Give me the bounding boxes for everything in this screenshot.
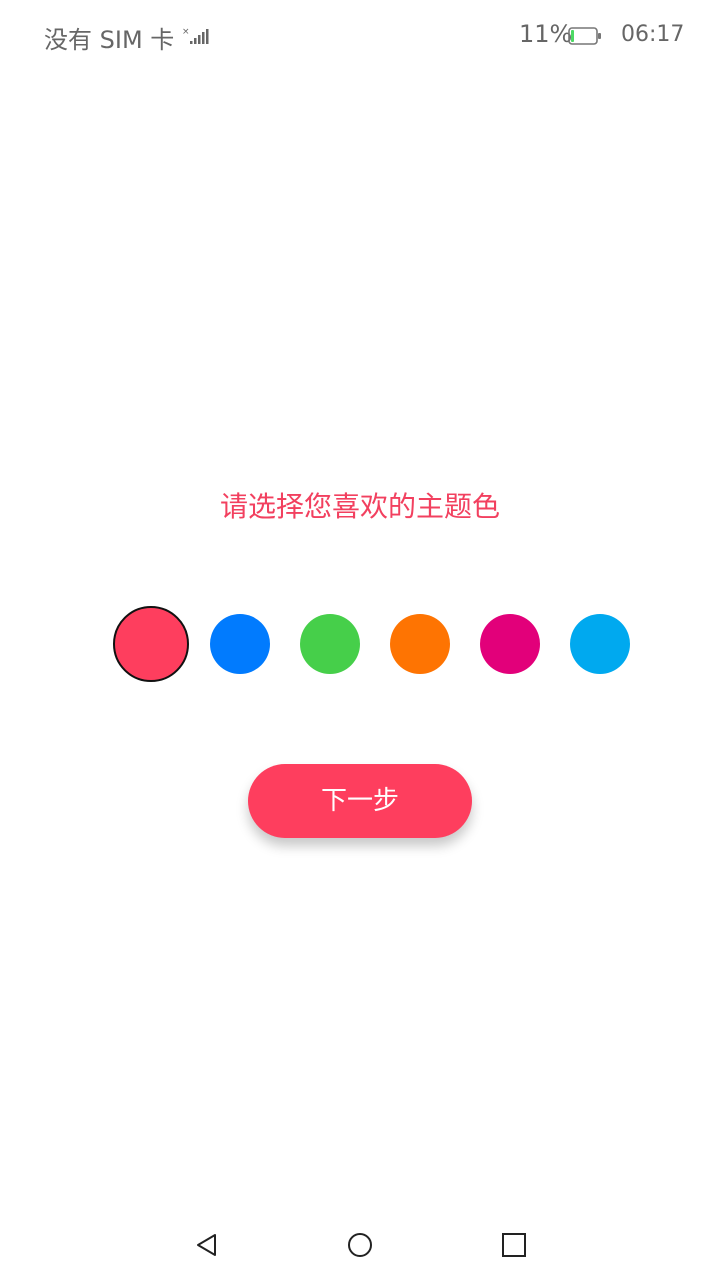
battery-percent: 11% [519,20,573,48]
back-icon[interactable] [193,1230,223,1260]
battery-icon [568,27,601,45]
color-swatch-red[interactable] [113,606,189,682]
carrier-label: 没有 SIM 卡 [44,26,175,54]
status-bar: 没有 SIM 卡 × 11% 06:17 [0,0,720,72]
color-swatch-magenta[interactable] [480,614,540,674]
theme-color-prompt: 请选择您喜欢的主题色 [219,490,500,523]
color-swatch-green[interactable] [300,614,360,674]
home-icon[interactable] [345,1230,375,1260]
recents-icon[interactable] [499,1230,529,1260]
signal-icon: × [182,27,209,44]
clock: 06:17 [621,22,685,47]
svg-text:×: × [182,27,190,37]
color-swatch-orange[interactable] [390,614,450,674]
color-swatch-row [0,605,720,685]
next-step-button[interactable]: 下一步 [248,764,472,838]
navigation-bar [0,1210,720,1280]
color-swatch-blue[interactable] [210,614,270,674]
color-swatch-cyan[interactable] [570,614,630,674]
